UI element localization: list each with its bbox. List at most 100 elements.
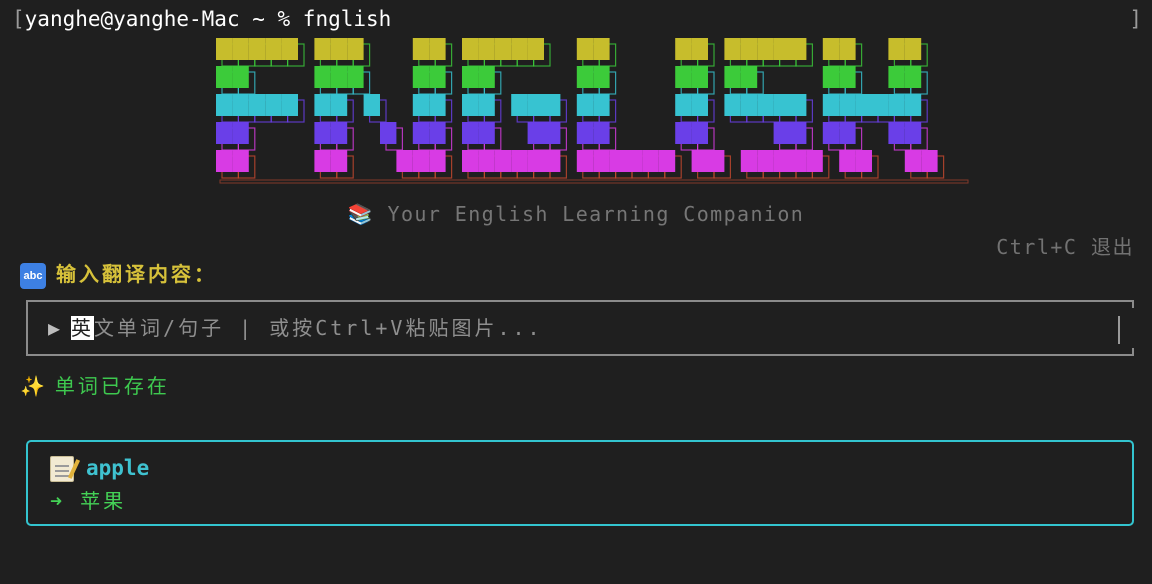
play-arrow-icon: ▶ (48, 316, 64, 340)
logo-block (724, 94, 741, 116)
arrow-right-icon: ➜ (50, 489, 66, 513)
logo-block (494, 150, 512, 172)
logo-block (740, 94, 758, 116)
logo-block (904, 38, 922, 60)
logo-block (412, 66, 430, 88)
logo-block (462, 122, 479, 144)
logo-block (576, 150, 594, 172)
logo-bottom-shadow (219, 179, 969, 184)
logo-block (281, 94, 298, 116)
input-placeholder[interactable]: ▶ 英文单词/句子 | 或按Ctrl+V粘贴图片... (48, 314, 543, 342)
logo-block (248, 38, 266, 60)
input-section-title: abc 输入翻译内容： (20, 258, 217, 289)
logo-block (527, 150, 544, 172)
logo-block (888, 122, 905, 144)
logo-block (478, 66, 495, 88)
logo-block (839, 150, 856, 172)
logo-block (347, 66, 364, 88)
quit-hint: Ctrl+C 退出 (996, 235, 1134, 259)
logo-block (757, 150, 774, 172)
logo-block (757, 38, 774, 60)
logo-block (380, 122, 397, 144)
logo-block (232, 94, 249, 116)
books-icon: 📚 (347, 202, 375, 226)
logo-block (675, 66, 692, 88)
logo-block (363, 94, 380, 116)
logo-block (232, 66, 249, 88)
logo-block (790, 122, 807, 144)
input-border-corner (1132, 300, 1134, 308)
logo-block (708, 150, 725, 172)
logo-block (806, 150, 823, 172)
logo-block (216, 150, 233, 172)
logo-block (330, 122, 348, 144)
logo-block (691, 122, 708, 144)
logo-block (822, 94, 840, 116)
logo-block (216, 66, 233, 88)
logo-block (757, 94, 774, 116)
logo-block (478, 94, 495, 116)
logo-block (675, 122, 692, 144)
logo-block (330, 38, 348, 60)
logo-block (593, 66, 610, 88)
logo-block (822, 38, 840, 60)
logo-block (347, 38, 364, 60)
logo-block (790, 38, 807, 60)
logo-block (544, 150, 561, 172)
translation-input[interactable]: ▶ 英文单词/句子 | 或按Ctrl+V粘贴图片... (26, 300, 1134, 356)
logo-block (675, 38, 692, 60)
abc-input-icon: abc (20, 262, 46, 289)
logo-block (691, 38, 708, 60)
logo-block (330, 150, 348, 172)
logo-block (412, 94, 430, 116)
status-message: ✨ 单词已存在 (20, 370, 170, 399)
logo-block (248, 94, 266, 116)
logo-block (904, 122, 922, 144)
logo-block (314, 150, 331, 172)
logo-block (429, 66, 446, 88)
logo-block (773, 94, 790, 116)
logo-block (691, 66, 708, 88)
input-end-bar (1118, 316, 1120, 344)
logo-block (396, 150, 413, 172)
logo-block (576, 94, 594, 116)
prompt-command-text: yanghe@yanghe-Mac ~ % fnglish (24, 7, 392, 31)
logo-block (773, 150, 790, 172)
logo-block (691, 94, 708, 116)
logo-block (494, 38, 512, 60)
logo-block (675, 94, 692, 116)
logo-block (544, 94, 561, 116)
logo-block (232, 122, 249, 144)
logo-block (740, 150, 758, 172)
tagline-text: Your English Learning Companion (387, 202, 805, 226)
logo-block (478, 122, 495, 144)
logo-block (593, 122, 610, 144)
logo-block (593, 94, 610, 116)
logo-block (740, 38, 758, 60)
logo-block (691, 150, 708, 172)
logo-block (888, 66, 905, 88)
logo-block (281, 38, 298, 60)
terminal-prompt-line: [yanghe@yanghe-Mac ~ % fnglish ] (12, 6, 1142, 32)
fnglish-logo (216, 38, 969, 184)
logo-block (412, 150, 430, 172)
logo-block (265, 38, 282, 60)
logo-block (462, 38, 479, 60)
logo-block (822, 66, 840, 88)
logo-block (265, 94, 282, 116)
logo-block (593, 150, 610, 172)
logo-block (773, 122, 790, 144)
input-title-text: 输入翻译内容： (56, 262, 217, 286)
logo-block (429, 94, 446, 116)
logo-block (724, 38, 741, 60)
tagline: 📚 Your English Learning Companion (0, 202, 1152, 226)
result-meaning-row: ➜ 苹果 (50, 485, 126, 514)
logo-block (839, 66, 856, 88)
logo-block (855, 94, 872, 116)
logo-block (576, 66, 594, 88)
logo-block (314, 94, 331, 116)
placeholder-text: 文单词/句子 | 或按Ctrl+V粘贴图片... (94, 316, 543, 340)
logo-block (609, 150, 626, 172)
logo-block (544, 122, 561, 144)
logo-block (462, 66, 479, 88)
